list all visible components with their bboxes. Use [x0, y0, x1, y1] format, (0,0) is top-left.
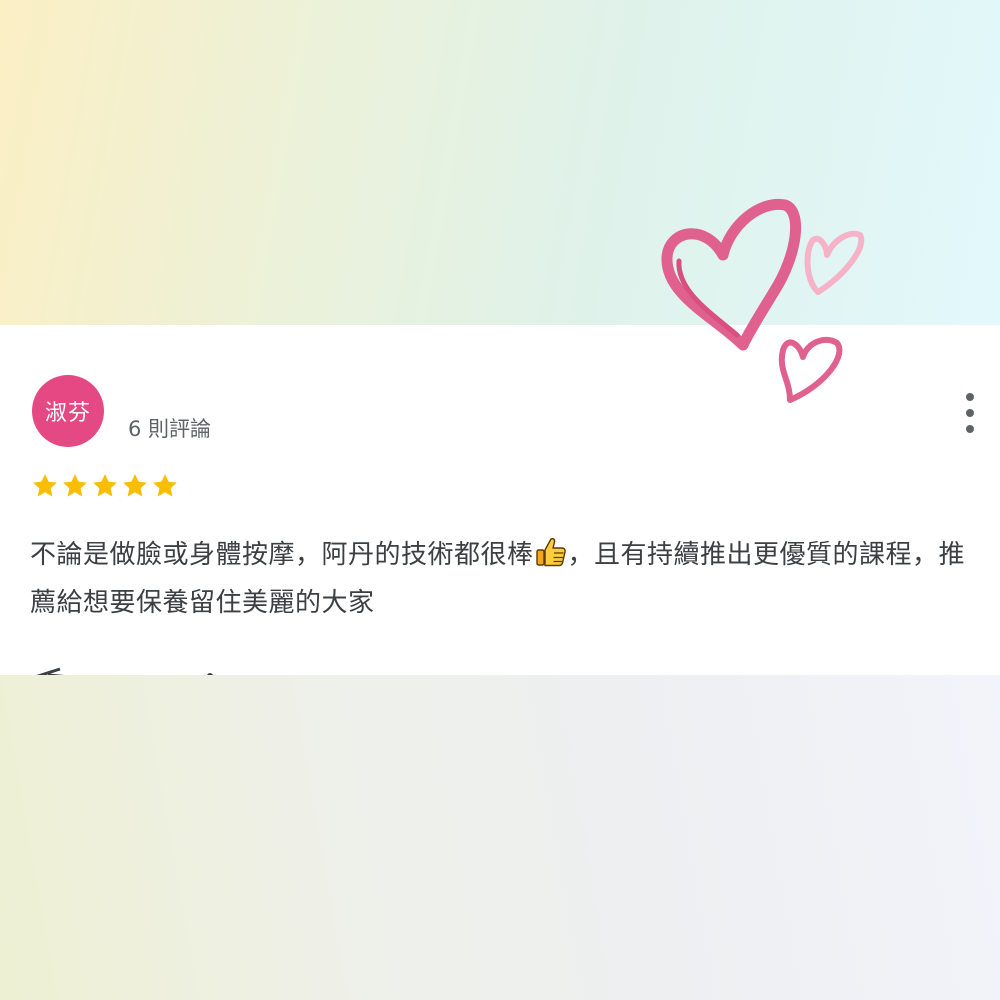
- star-icon: [63, 474, 87, 497]
- more-vert-icon[interactable]: [955, 393, 985, 433]
- star-icon: [153, 474, 177, 497]
- star-icon: [33, 474, 57, 497]
- background-top: [0, 0, 1000, 325]
- truncated-row: [36, 667, 213, 675]
- star-icon: [123, 474, 147, 497]
- review-card: 淑芬 6 則評論 不論是做臉或身體按摩，阿丹的技術都很棒 ，且有持續推出更優質的…: [0, 325, 1000, 675]
- review-count[interactable]: 6 則評論: [128, 413, 211, 443]
- review-text-part-1: 不論是做臉或身體按摩，阿丹的技術都很棒: [30, 540, 534, 570]
- review-text: 不論是做臉或身體按摩，阿丹的技術都很棒 ，且有持續推出更優質的課程，推薦給想要保…: [30, 531, 980, 627]
- star-icon: [93, 474, 117, 497]
- thumbs-up-icon: [535, 537, 566, 567]
- background-bottom: [0, 675, 1000, 1000]
- star-rating: [30, 471, 180, 501]
- avatar[interactable]: 淑芬: [32, 375, 104, 447]
